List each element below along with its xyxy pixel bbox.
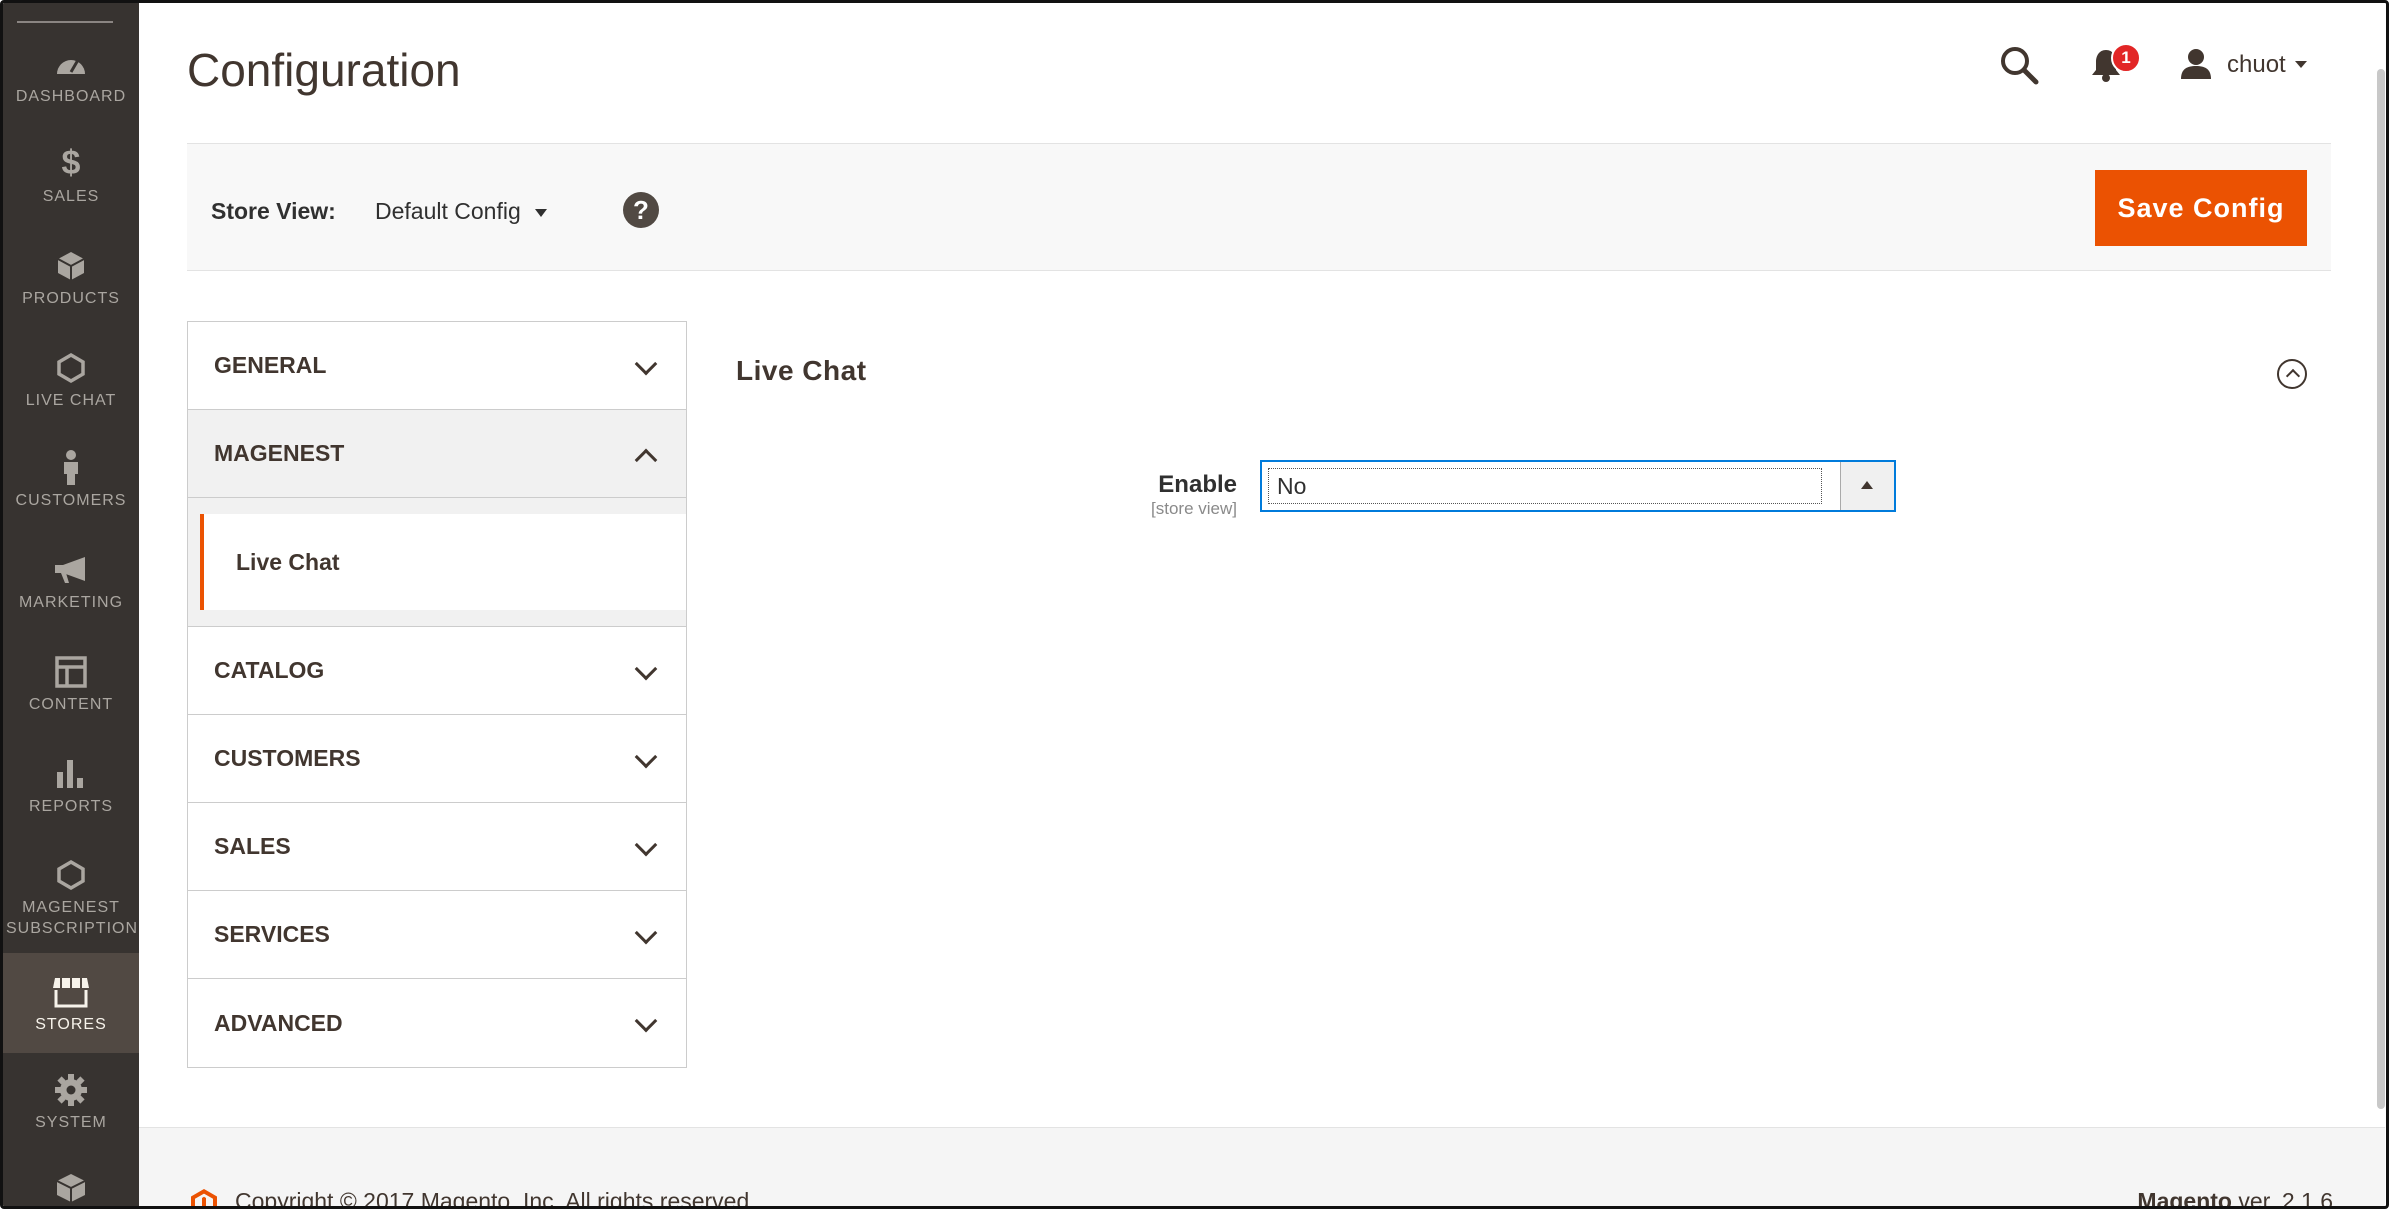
sidebar-item-extensions[interactable]: [3, 1163, 139, 1206]
chevron-down-icon: [634, 921, 658, 945]
admin-window: DASHBOARD $ SALES PRODUCTS LIVE CHAT CUS…: [0, 0, 2389, 1209]
layout-icon: [51, 652, 91, 692]
tab-sales[interactable]: SALES: [188, 803, 686, 891]
tab-advanced[interactable]: ADVANCED: [188, 979, 686, 1067]
save-config-button[interactable]: Save Config: [2095, 170, 2307, 246]
tab-general[interactable]: GENERAL: [188, 322, 686, 410]
sidebar-item-reports[interactable]: REPORTS: [3, 749, 139, 821]
notification-badge[interactable]: 1: [2111, 43, 2141, 73]
store-icon: [51, 972, 91, 1012]
cube-stack-icon: [51, 1168, 91, 1206]
megaphone-icon: [51, 550, 91, 590]
sidebar-item-customers[interactable]: CUSTOMERS: [3, 443, 139, 515]
sidebar-item-products[interactable]: PRODUCTS: [3, 241, 139, 313]
store-view-caret-icon[interactable]: [535, 209, 547, 217]
chevron-up-icon: [634, 448, 658, 472]
sidebar-item-content[interactable]: CONTENT: [3, 647, 139, 719]
enable-select-value[interactable]: No: [1268, 468, 1822, 504]
tab-catalog[interactable]: CATALOG: [188, 627, 686, 715]
tab-label: CUSTOMERS: [214, 745, 361, 771]
tab-item-live-chat[interactable]: Live Chat: [200, 514, 686, 610]
bar-chart-icon: [51, 754, 91, 794]
chevron-down-icon: [634, 745, 658, 769]
tab-label: SERVICES: [214, 921, 330, 947]
config-tabs: GENERAL MAGENEST Live Chat CATALOG CUSTO…: [187, 321, 687, 1068]
tab-customers[interactable]: CUSTOMERS: [188, 715, 686, 803]
user-name[interactable]: chuot: [2227, 51, 2286, 79]
copyright-text: Copyright © 2017 Magento, Inc. All right…: [235, 1188, 756, 1209]
user-menu-caret-icon[interactable]: [2295, 61, 2307, 68]
tab-label: ADVANCED: [214, 1009, 343, 1036]
sidebar-item-marketing[interactable]: MARKETING: [3, 545, 139, 617]
sidebar-item-magenest-subscription[interactable]: MAGENEST SUBSCRIPTION: [3, 849, 139, 945]
store-view-label: Store View:: [211, 198, 336, 224]
tab-label: GENERAL: [214, 352, 327, 378]
version-number: ver. 2.1.6: [2231, 1188, 2333, 1209]
store-view-bar: Store View: Default Config ? Save Config: [187, 143, 2331, 271]
sidebar-item-live-chat[interactable]: LIVE CHAT: [3, 343, 139, 415]
sidebar-item-dashboard[interactable]: DASHBOARD: [3, 39, 139, 111]
select-arrow-up-icon[interactable]: [1840, 462, 1894, 510]
chevron-down-icon: [634, 352, 658, 376]
hexagon-icon: [51, 855, 91, 895]
tab-label: SALES: [214, 833, 291, 859]
help-icon[interactable]: ?: [623, 192, 659, 228]
tab-services[interactable]: SERVICES: [188, 891, 686, 979]
search-icon[interactable]: [1999, 45, 2039, 85]
hexagon-icon: [51, 348, 91, 388]
admin-sidebar: DASHBOARD $ SALES PRODUCTS LIVE CHAT CUS…: [3, 3, 139, 1206]
user-icon[interactable]: [2179, 47, 2213, 81]
chevron-down-icon: [634, 657, 658, 681]
sidebar-divider: [17, 21, 113, 23]
page-footer: Copyright © 2017 Magento, Inc. All right…: [139, 1127, 2385, 1209]
page-scrollbar[interactable]: [2377, 69, 2385, 1109]
sidebar-item-stores[interactable]: STORES: [3, 953, 139, 1053]
tab-label: CATALOG: [214, 657, 325, 683]
sidebar-item-system[interactable]: SYSTEM: [3, 1059, 139, 1143]
person-icon: [51, 448, 91, 488]
tab-magenest[interactable]: MAGENEST: [188, 410, 686, 498]
tab-magenest-children: Live Chat: [188, 498, 686, 627]
section-title[interactable]: Live Chat: [736, 355, 867, 387]
chevron-down-icon: [634, 1009, 658, 1033]
page-title: Configuration: [187, 44, 461, 96]
enable-field-label: Enable: [1158, 471, 1237, 498]
cube-icon: [51, 246, 91, 286]
store-view-switcher[interactable]: Default Config: [375, 198, 521, 225]
chevron-down-icon: [634, 833, 658, 857]
version-text: Magento ver. 2.1.6: [2137, 1188, 2333, 1209]
enable-select[interactable]: No: [1260, 460, 1896, 512]
dashboard-icon: [51, 44, 91, 84]
tab-label: MAGENEST: [214, 440, 345, 466]
enable-field-scope: [store view]: [1151, 499, 1237, 518]
dollar-icon: $: [61, 144, 81, 182]
magento-logo-icon: [189, 1188, 219, 1206]
sidebar-item-sales[interactable]: $ SALES: [3, 139, 139, 211]
collapse-section-icon[interactable]: [2277, 359, 2307, 389]
gear-icon: [51, 1070, 91, 1110]
brand-name: Magento: [2137, 1188, 2232, 1209]
